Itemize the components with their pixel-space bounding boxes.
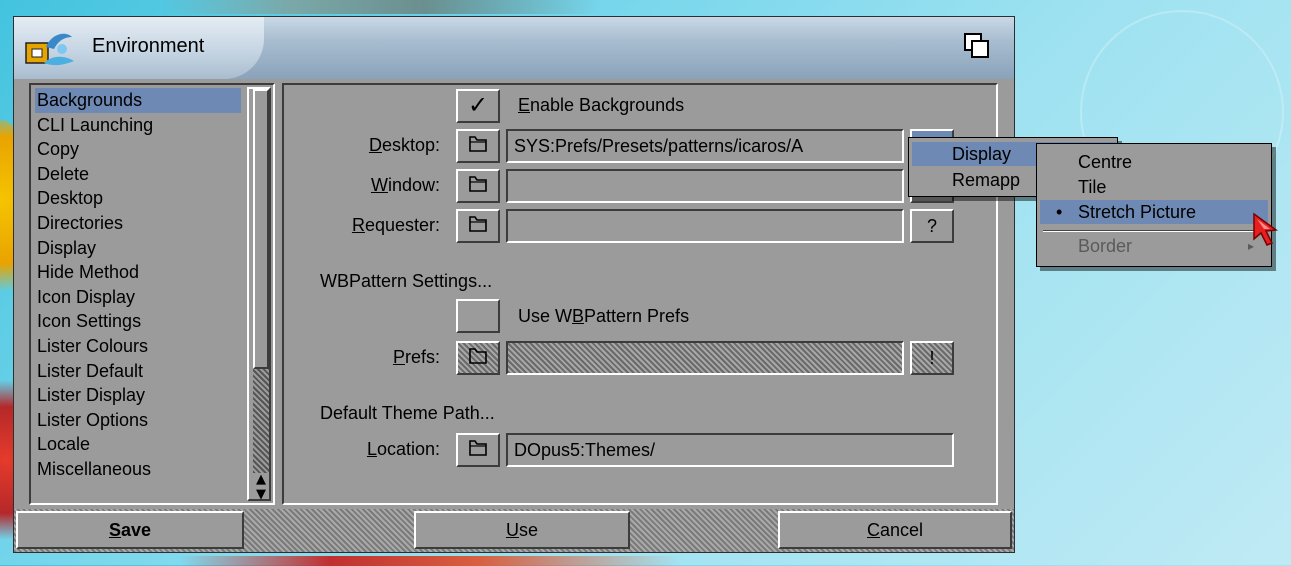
title-tab: Environment [14,17,264,79]
location-browse-button[interactable] [456,433,500,467]
category-item-lister-options[interactable]: Lister Options [35,408,241,433]
window-title: Environment [92,35,205,57]
location-label: Location: [366,439,440,459]
category-item-directories[interactable]: Directories [35,211,241,236]
category-item-lister-display[interactable]: Lister Display [35,383,241,408]
category-scrollbar[interactable]: ▲ ▼ [247,87,271,501]
desktop-wallpaper-accent [160,0,600,14]
mouse-pointer-icon [1253,212,1279,246]
submenu-item-border[interactable]: Border ▸ [1040,234,1268,258]
prefs-browse-button[interactable] [456,341,500,375]
enable-backgrounds-label: Enable Backgrounds [518,95,685,115]
enable-backgrounds-checkbox[interactable]: ✓ [456,89,500,123]
scroll-down-icon[interactable]: ▼ [249,488,273,503]
menu-separator [1043,230,1265,232]
use-button[interactable]: Use [414,511,630,549]
folder-icon [469,136,487,152]
theme-heading: Default Theme Path... [320,403,495,423]
category-item-icon-display[interactable]: Icon Display [35,285,241,310]
category-item-locale[interactable]: Locale [35,432,241,457]
category-item-hide-method[interactable]: Hide Method [35,260,241,285]
folder-icon [469,348,487,364]
requester-path-field[interactable] [506,209,904,243]
title-bar[interactable]: Environment [14,17,1014,79]
action-bar: Save Use Cancel [14,509,1014,552]
settings-panel: ✓ Enable Backgrounds Desktop: SYS:Prefs/… [282,83,998,505]
display-submenu[interactable]: Centre Tile • Stretch Picture Border ▸ [1036,143,1272,267]
desktop-path-field[interactable]: SYS:Prefs/Presets/patterns/icaros/A [506,129,904,163]
wbpattern-heading: WBPattern Settings... [320,271,493,291]
location-path-field[interactable]: DOpus5:Themes/ [506,433,954,467]
window-label: Window: [370,175,440,195]
category-item-miscellaneous[interactable]: Miscellaneous [35,457,241,482]
submenu-item-centre[interactable]: Centre [1040,150,1268,174]
folder-icon [469,176,487,192]
use-wbpattern-label: Use WBPattern Prefs [518,306,690,326]
window-path-field[interactable] [506,169,904,203]
category-item-lister-colours[interactable]: Lister Colours [35,334,241,359]
category-item-display[interactable]: Display [35,236,241,261]
category-item-delete[interactable]: Delete [35,162,241,187]
submenu-item-tile[interactable]: Tile [1040,175,1268,199]
selected-dot-icon: • [1056,202,1063,222]
prefs-label: Prefs: [392,347,440,367]
window-browse-button[interactable] [456,169,500,203]
desktop-browse-button[interactable] [456,129,500,163]
environment-window: Environment Backgrounds CLI Launching Copy… [13,16,1015,553]
scroll-thumb[interactable] [253,89,269,369]
requester-options-button[interactable]: ? [910,209,954,243]
requester-browse-button[interactable] [456,209,500,243]
dopus-logo-icon[interactable] [22,29,76,69]
category-item-cli-launching[interactable]: CLI Launching [35,113,241,138]
scroll-arrows[interactable]: ▲ ▼ [249,473,273,503]
requester-label: Requester: [351,215,440,235]
category-item-backgrounds[interactable]: Backgrounds [35,88,241,113]
submenu-item-stretch-picture[interactable]: • Stretch Picture [1040,200,1268,224]
category-list-items: Backgrounds CLI Launching Copy Delete Deskto… [35,88,241,482]
save-button[interactable]: Save [16,511,244,549]
category-item-desktop[interactable]: Desktop [35,186,241,211]
category-item-icon-settings[interactable]: Icon Settings [35,309,241,334]
scroll-up-icon[interactable]: ▲ [249,473,273,488]
checkmark-icon: ✓ [467,92,489,119]
folder-icon [469,216,487,232]
category-list[interactable]: Backgrounds CLI Launching Copy Delete Deskto… [29,83,275,505]
category-item-lister-default[interactable]: Lister Default [35,359,241,384]
category-item-copy[interactable]: Copy [35,137,241,162]
prefs-action-button[interactable]: ! [910,341,954,375]
prefs-path-field[interactable] [506,341,904,375]
cancel-button[interactable]: Cancel [778,511,1012,549]
folder-icon [469,440,487,456]
use-wbpattern-checkbox[interactable] [456,299,500,333]
depth-gadget-icon[interactable] [964,33,989,58]
desktop-label: Desktop: [368,135,440,155]
